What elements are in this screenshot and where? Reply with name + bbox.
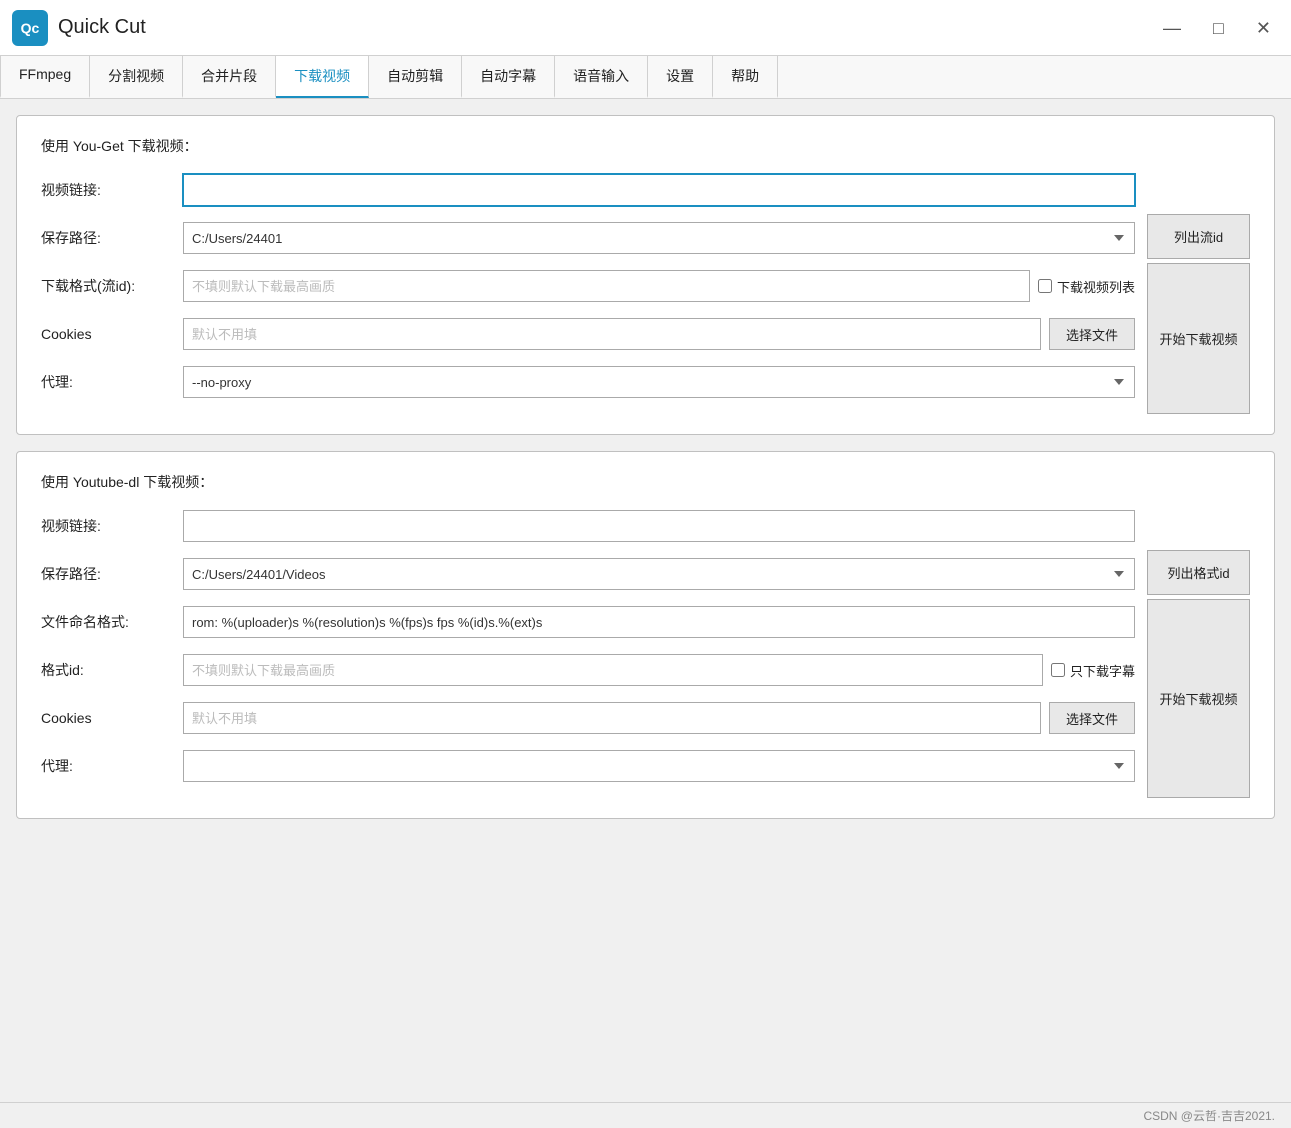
youget-savepath-label: 保存路径: <box>41 228 171 248</box>
youget-cookies-row: Cookies 选择文件 <box>41 318 1135 350</box>
youtubedl-url-row: 视频链接: <box>41 510 1135 542</box>
youget-proxy-select[interactable]: --no-proxy <box>183 366 1135 398</box>
youtubedl-savepath-select[interactable]: C:/Users/24401/Videos <box>183 558 1135 590</box>
tab-ffmpeg[interactable]: FFmpeg <box>0 56 90 98</box>
youtubedl-section: 使用 Youtube-dl 下载视频： 视频链接: 保存路径: C:/Users… <box>16 451 1275 819</box>
youtubedl-cookies-row: Cookies 选择文件 <box>41 702 1135 734</box>
youget-format-row: 下载格式(流id): 下载视频列表 <box>41 270 1135 302</box>
youtubedl-panel-inner: 视频链接: 保存路径: C:/Users/24401/Videos <box>41 510 1250 798</box>
youtubedl-proxy-label: 代理: <box>41 756 171 776</box>
youtubedl-proxy-row: 代理: <box>41 750 1135 782</box>
youget-download-list-wrap: 下载视频列表 <box>1038 277 1135 296</box>
youget-proxy-label: 代理: <box>41 372 171 392</box>
youget-proxy-row: 代理: --no-proxy <box>41 366 1135 398</box>
youtubedl-start-download-button[interactable]: 开始下载视频 <box>1147 599 1250 798</box>
youget-choose-file-button[interactable]: 选择文件 <box>1049 318 1135 350</box>
youtubedl-form: 视频链接: 保存路径: C:/Users/24401/Videos <box>41 510 1135 798</box>
tab-download[interactable]: 下载视频 <box>276 56 369 98</box>
youtubedl-filename-row: 文件命名格式: <box>41 606 1135 638</box>
youtubedl-savepath-control: C:/Users/24401/Videos <box>183 558 1135 590</box>
app-title: Quick Cut <box>58 16 1155 39</box>
footer: CSDN @云哲·吉吉2021. <box>0 1102 1291 1128</box>
youtubedl-subtitle-only-wrap: 只下载字幕 <box>1051 661 1135 680</box>
youget-format-input[interactable] <box>183 270 1030 302</box>
youget-savepath-row: 保存路径: C:/Users/24401 <box>41 222 1135 254</box>
youget-list-streams-button[interactable]: 列出流id <box>1147 214 1250 259</box>
window-controls: — □ ✕ <box>1155 15 1279 41</box>
title-bar: Qc Quick Cut — □ ✕ <box>0 0 1291 56</box>
youget-format-control: 下载视频列表 <box>183 270 1135 302</box>
youtubedl-cookies-control: 选择文件 <box>183 702 1135 734</box>
youtubedl-formatid-input[interactable] <box>183 654 1043 686</box>
tab-auto-edit[interactable]: 自动剪辑 <box>369 56 462 98</box>
youget-url-row: 视频链接: <box>41 174 1135 206</box>
minimize-button[interactable]: — <box>1155 15 1189 41</box>
youtubedl-section-title: 使用 Youtube-dl 下载视频： <box>41 472 1250 492</box>
youget-url-label: 视频链接: <box>41 180 171 200</box>
tab-help[interactable]: 帮助 <box>713 56 778 98</box>
youtubedl-savepath-row: 保存路径: C:/Users/24401/Videos <box>41 558 1135 590</box>
youget-start-download-button[interactable]: 开始下载视频 <box>1147 263 1250 414</box>
youget-download-list-checkbox[interactable] <box>1038 279 1052 293</box>
youtubedl-formatid-row: 格式id: 只下载字幕 <box>41 654 1135 686</box>
youtubedl-savepath-label: 保存路径: <box>41 564 171 584</box>
footer-text: CSDN @云哲·吉吉2021. <box>1143 1109 1275 1123</box>
close-button[interactable]: ✕ <box>1248 15 1279 41</box>
tab-settings[interactable]: 设置 <box>648 56 713 98</box>
youget-savepath-control: C:/Users/24401 <box>183 222 1135 254</box>
menu-bar: FFmpeg 分割视频 合并片段 下载视频 自动剪辑 自动字幕 语音输入 设置 … <box>0 56 1291 99</box>
maximize-button[interactable]: □ <box>1205 15 1232 41</box>
youtubedl-proxy-control <box>183 750 1135 782</box>
youtubedl-formatid-label: 格式id: <box>41 660 171 680</box>
youget-proxy-control: --no-proxy <box>183 366 1135 398</box>
youtubedl-subtitle-only-checkbox[interactable] <box>1051 663 1065 677</box>
youget-section-title: 使用 You-Get 下载视频： <box>41 136 1250 156</box>
youget-form: 视频链接: 保存路径: C:/Users/24401 <box>41 174 1135 414</box>
youget-section: 使用 You-Get 下载视频： 视频链接: 保存路径: C:/Users/24… <box>16 115 1275 435</box>
youget-url-control <box>183 174 1135 206</box>
app-logo: Qc <box>12 10 48 46</box>
youtubedl-formatid-control: 只下载字幕 <box>183 654 1135 686</box>
tab-split[interactable]: 分割视频 <box>90 56 183 98</box>
youtubedl-filename-label: 文件命名格式: <box>41 612 171 632</box>
tab-voice-input[interactable]: 语音输入 <box>555 56 648 98</box>
youget-side-buttons: 列出流id 开始下载视频 <box>1135 214 1250 414</box>
youget-cookies-control: 选择文件 <box>183 318 1135 350</box>
youget-savepath-select[interactable]: C:/Users/24401 <box>183 222 1135 254</box>
youtubedl-list-formats-button[interactable]: 列出格式id <box>1147 550 1250 595</box>
youtubedl-subtitle-only-label: 只下载字幕 <box>1070 661 1135 680</box>
youget-panel-inner: 视频链接: 保存路径: C:/Users/24401 <box>41 174 1250 414</box>
youtubedl-cookies-input[interactable] <box>183 702 1041 734</box>
youtubedl-url-input[interactable] <box>183 510 1135 542</box>
tab-auto-sub[interactable]: 自动字幕 <box>462 56 555 98</box>
main-content: 使用 You-Get 下载视频： 视频链接: 保存路径: C:/Users/24… <box>0 99 1291 1102</box>
youget-cookies-input[interactable] <box>183 318 1041 350</box>
youget-cookies-label: Cookies <box>41 326 171 342</box>
youget-url-input[interactable] <box>183 174 1135 206</box>
youtubedl-cookies-label: Cookies <box>41 710 171 726</box>
youtubedl-proxy-select[interactable] <box>183 750 1135 782</box>
youtubedl-url-control <box>183 510 1135 542</box>
youtubedl-choose-file-button[interactable]: 选择文件 <box>1049 702 1135 734</box>
tab-merge[interactable]: 合并片段 <box>183 56 276 98</box>
youget-format-label: 下载格式(流id): <box>41 276 171 296</box>
youtubedl-filename-control <box>183 606 1135 638</box>
youtubedl-url-label: 视频链接: <box>41 516 171 536</box>
youtubedl-filename-input[interactable] <box>183 606 1135 638</box>
youtubedl-side-buttons: 列出格式id 开始下载视频 <box>1135 550 1250 798</box>
youget-download-list-label: 下载视频列表 <box>1057 277 1135 296</box>
